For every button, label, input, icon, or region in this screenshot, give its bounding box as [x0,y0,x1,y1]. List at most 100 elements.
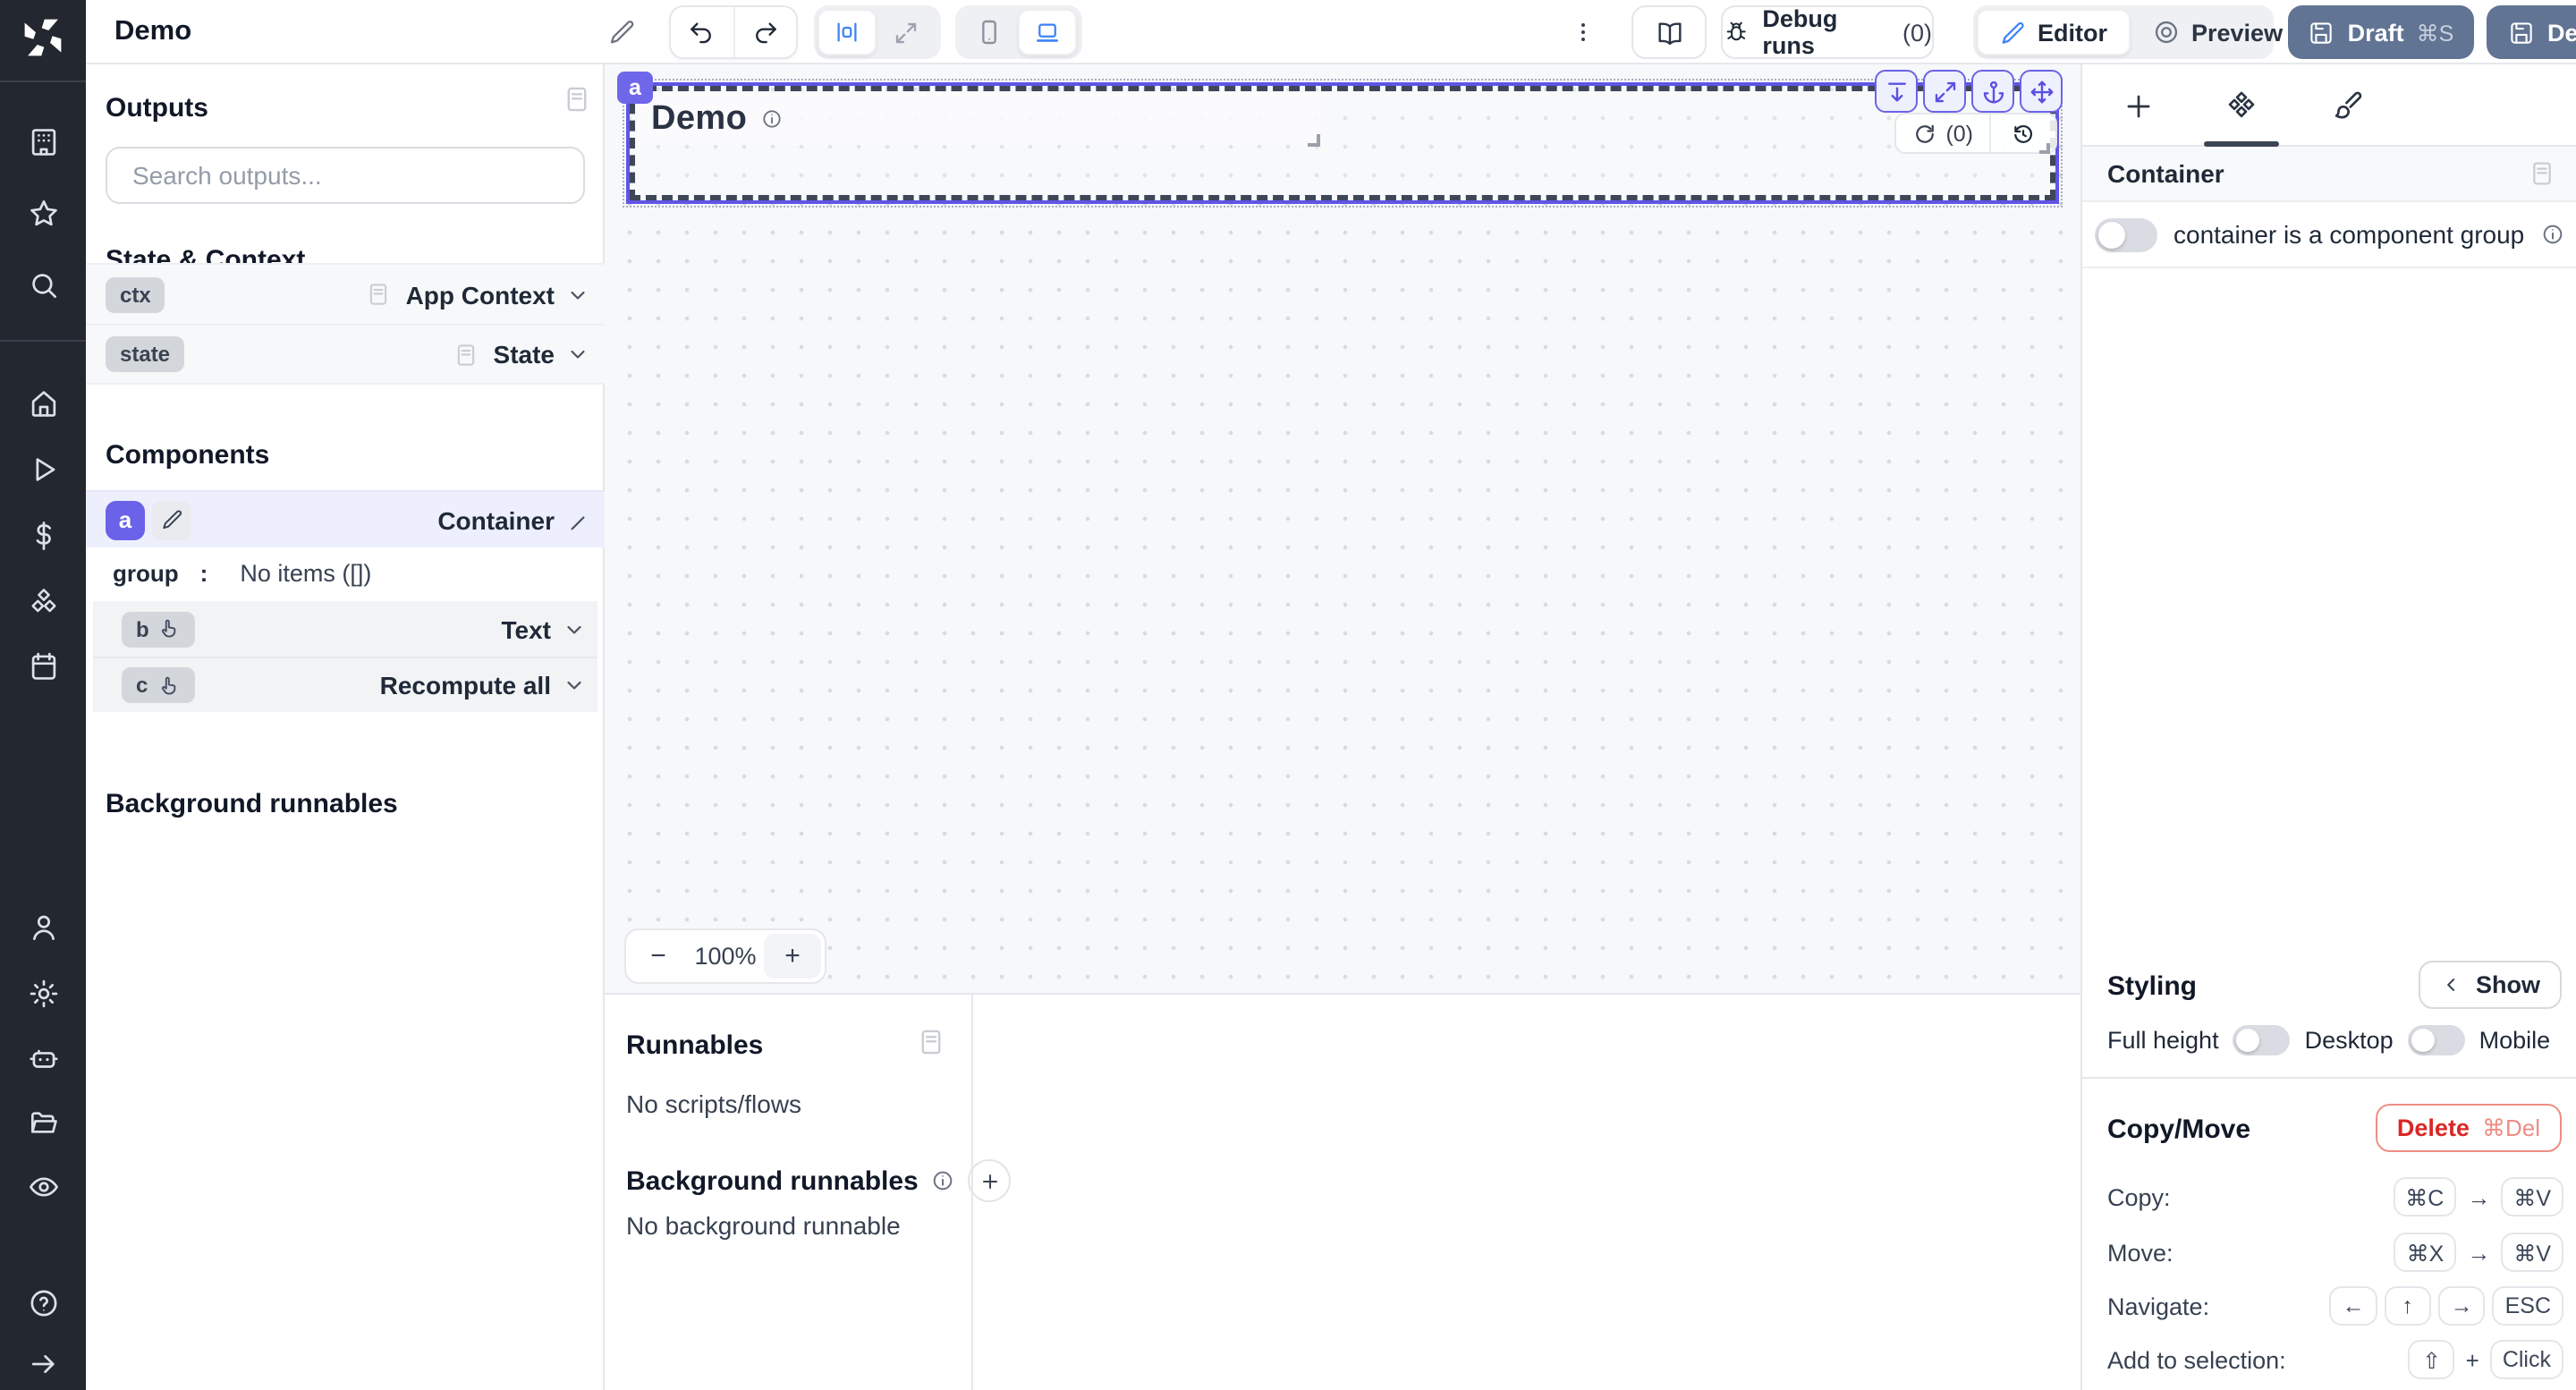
container-doc-icon[interactable] [2528,159,2556,188]
variables-dollar-icon[interactable] [0,519,86,553]
undo-button[interactable] [671,7,733,57]
debug-runs-count: (0) [1902,19,1932,46]
container-group-property: group : No items ([]) [86,551,605,594]
component-a-badge: a [106,500,145,539]
fullscreen-expand-icon[interactable] [1923,70,1966,113]
docs-book-button[interactable] [1631,5,1707,59]
resources-boxes-icon[interactable] [0,585,86,619]
chevron-down-icon[interactable] [565,282,590,307]
tab-component-settings[interactable] [2190,64,2293,147]
add-selection-label: Add to selection: [2107,1346,2286,1373]
component-row-container[interactable]: a Container [86,490,605,547]
container-resize-corner[interactable] [2039,143,2050,154]
add-background-runnable-button[interactable] [969,1159,1012,1202]
layout-width-segmented [814,5,941,59]
chevron-down-icon[interactable] [562,673,587,698]
tab-editor[interactable]: Editor [1977,9,2131,55]
favorites-star-icon[interactable] [0,197,86,231]
full-width-layout-button[interactable] [877,9,936,55]
info-icon [2540,222,2565,247]
arrow-separator: → [2467,1239,2490,1266]
container-title: Container [2107,159,2224,188]
chevron-left-icon [2440,973,2463,996]
tab-styling-brush[interactable] [2295,64,2399,147]
group-colon: : [200,559,208,586]
centered-layout-button[interactable] [818,9,877,55]
key-esc: ESC [2493,1286,2563,1326]
component-group-toggle[interactable] [2095,217,2157,251]
save-draft-button[interactable]: Draft ⌘S [2288,5,2474,59]
state-doc-icon[interactable] [453,341,479,368]
runs-play-icon[interactable] [0,453,86,487]
rail-divider [0,340,86,342]
chevron-down-icon[interactable] [565,342,590,367]
canvas-selection-badge[interactable]: a [617,72,653,104]
rename-pencil-icon[interactable] [152,500,191,539]
show-styling-button[interactable]: Show [2419,961,2562,1009]
help-icon[interactable] [0,1286,86,1320]
resize-handle[interactable] [1308,134,1320,147]
search-outputs-input[interactable] [129,159,562,191]
output-row-state[interactable]: state State [86,324,605,385]
move-label: Move: [2107,1239,2174,1266]
app-editor: Demo [0,0,2576,1390]
tab-preview[interactable]: Preview [2131,9,2304,55]
debug-runs-button[interactable]: Debug runs (0) [1721,5,1934,59]
mobile-view-button[interactable] [959,9,1018,55]
redo-button[interactable] [734,7,796,57]
full-height-mobile-toggle[interactable] [2408,1025,2465,1055]
user-icon[interactable] [0,911,86,945]
delete-button[interactable]: Delete ⌘Del [2376,1104,2562,1152]
chevron-down-icon[interactable] [562,616,587,641]
no-background-text: No background runnable [626,1211,901,1240]
text-component[interactable]: Demo [637,93,1320,145]
outputs-panel: Outputs State & Context ctx App Context … [86,64,605,1390]
folders-icon[interactable] [0,1106,86,1140]
runnables-doc-icon[interactable] [916,1027,946,1057]
expand-sidebar-arrow-icon[interactable] [0,1347,86,1381]
selection-toolbar [1875,70,2063,113]
app-canvas[interactable]: a Demo [605,64,2080,993]
component-row-text[interactable]: b Text [93,601,597,657]
workspace-building-icon[interactable] [0,125,86,159]
windmill-logo-icon[interactable] [0,14,86,61]
home-icon[interactable] [0,386,86,420]
ctx-label: App Context [406,280,555,309]
output-row-ctx[interactable]: ctx App Context [86,263,605,324]
selected-container[interactable]: Demo [623,79,2063,208]
edit-title-pencil-icon[interactable] [608,18,637,47]
search-icon[interactable] [0,268,86,302]
deploy-button[interactable]: Deploy [2487,5,2576,59]
chevron-up-icon[interactable] [565,507,590,532]
ctx-doc-icon[interactable] [365,281,392,308]
anchor-icon[interactable] [1971,70,2014,113]
key-cmd-x: ⌘X [2394,1233,2457,1272]
move-icon[interactable] [2020,70,2063,113]
settings-gear-icon[interactable] [0,977,86,1011]
tab-insert-component[interactable] [2086,64,2190,147]
full-height-desktop-toggle[interactable] [2233,1025,2291,1055]
refresh-button[interactable]: (0) [1895,114,1989,152]
delete-label: Delete [2397,1115,2470,1141]
component-row-recompute[interactable]: c Recompute all [93,657,597,712]
more-options-kebab-icon[interactable] [1569,11,1597,54]
refresh-status-box: (0) [1894,113,2057,154]
show-label: Show [2476,971,2540,998]
key-click: Click [2490,1340,2563,1379]
text-component-label: Text [502,614,552,643]
rail-divider [0,81,86,82]
outputs-doc-icon[interactable] [562,84,592,114]
desktop-view-button[interactable] [1018,9,1077,55]
zoom-out-button[interactable]: − [626,930,691,982]
mobile-label: Mobile [2479,1027,2551,1054]
container-section-header: Container [2082,147,2576,202]
schedules-calendar-icon[interactable] [0,649,86,683]
expand-down-icon[interactable] [1875,70,1918,113]
background-runnables-title: Background runnables [106,789,398,819]
workers-robot-icon[interactable] [0,1041,86,1075]
device-segmented [955,5,1082,59]
component-c-badge: c [122,667,194,703]
audit-eye-icon[interactable] [0,1170,86,1204]
refresh-count: (0) [1945,121,1973,146]
zoom-in-button[interactable]: + [764,934,821,979]
